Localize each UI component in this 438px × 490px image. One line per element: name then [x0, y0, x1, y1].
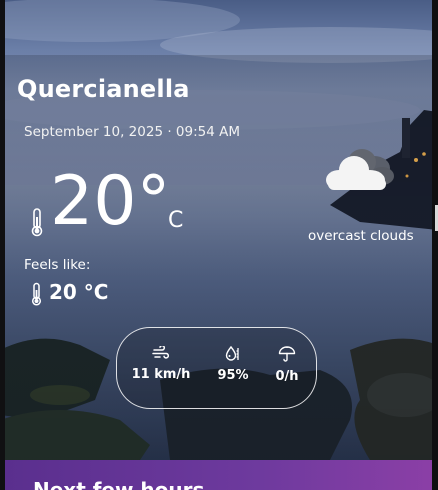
precipitation-stat: 0/h	[265, 346, 309, 384]
overcast-cloud-icon	[326, 149, 394, 190]
weather-stats-panel: 11 km/h 95% 0/h	[116, 327, 317, 409]
date-time: September 10, 2025 · 09:54 AM	[24, 124, 240, 140]
wind-stat: 11 km/h	[131, 346, 191, 382]
feels-like-label: Feels like:	[24, 257, 91, 273]
weather-app: Quercianella September 10, 2025 · 09:54 …	[0, 0, 438, 490]
next-hours-title: Next few hours	[33, 478, 205, 490]
humidity-stat: 95%	[213, 346, 253, 383]
feels-like-value: 20 °C	[49, 280, 109, 304]
humidity-icon	[225, 346, 239, 361]
thermometer-small-icon	[31, 282, 42, 306]
next-hours-section: Next few hours	[5, 460, 432, 490]
window-edge-left	[0, 0, 5, 490]
wind-icon	[152, 346, 170, 359]
weather-description: overcast clouds	[308, 228, 414, 244]
humidity-value: 95%	[217, 368, 249, 383]
temperature-unit: C	[168, 208, 184, 233]
temperature-value: 20°	[50, 162, 171, 241]
city-name: Quercianella	[17, 75, 190, 103]
scrollbar-track[interactable]	[432, 0, 438, 490]
thermometer-icon	[31, 208, 43, 237]
umbrella-icon	[278, 346, 296, 362]
precipitation-value: 0/h	[275, 369, 299, 384]
wind-speed: 11 km/h	[131, 367, 191, 382]
